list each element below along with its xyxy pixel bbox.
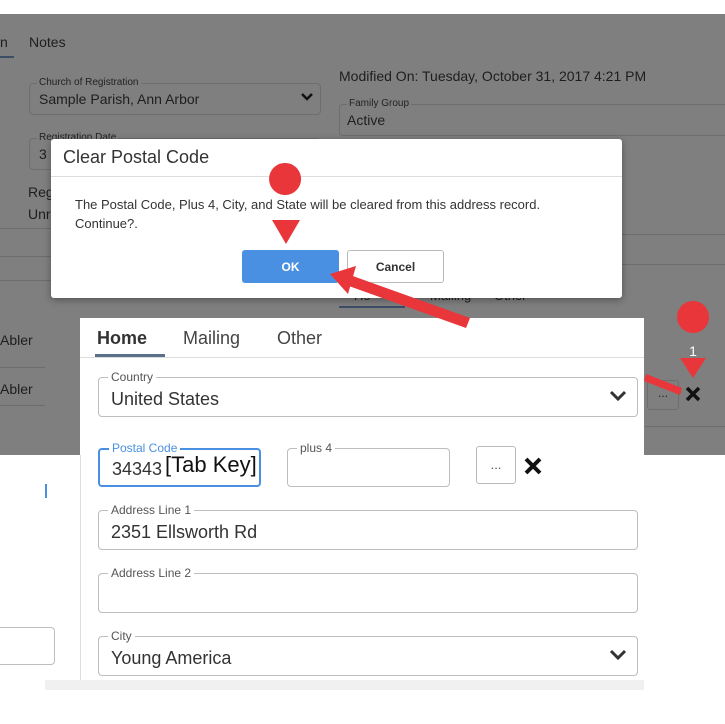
marker-1-pin — [677, 301, 710, 333]
marker-1-label: 1 — [689, 343, 697, 359]
marker-2-label: 2 — [281, 205, 289, 221]
marker-1-tail — [680, 358, 706, 378]
arrow-1-shaft — [644, 374, 682, 395]
arrow-2-shaft — [346, 275, 470, 328]
marker-2-tail — [272, 220, 300, 244]
annotation-arrows — [269, 163, 710, 395]
marker-2-pin — [269, 163, 302, 195]
bg-clear-close-icon[interactable] — [685, 386, 701, 402]
